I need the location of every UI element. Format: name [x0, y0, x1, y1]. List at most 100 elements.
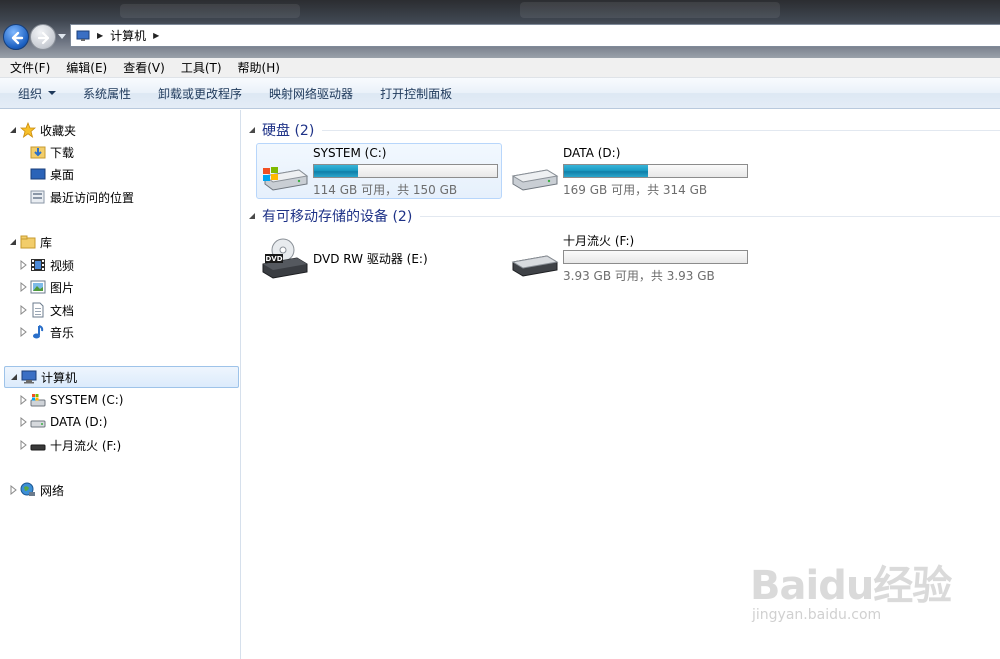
system-drive-icon: [30, 394, 46, 407]
breadcrumb-separator-icon[interactable]: ▶: [97, 31, 103, 40]
hard-drive-icon: [511, 169, 559, 191]
watermark-logo-text: Baidu经验: [750, 563, 952, 609]
group-divider: [420, 215, 1000, 217]
nav-item-drive-c[interactable]: SYSTEM (C:): [18, 389, 123, 411]
nav-item-videos[interactable]: 视频: [18, 254, 74, 276]
nav-libraries-label: 库: [40, 235, 53, 250]
uninstall-program-button[interactable]: 卸载或更改程序: [150, 85, 250, 102]
collapsed-triangle-icon[interactable]: [18, 417, 28, 427]
nav-item-music[interactable]: 音乐: [18, 321, 74, 343]
forward-button[interactable]: [30, 24, 56, 50]
content-pane: 硬盘 (2) SYSTEM (C:) 114 GB 可用，共 150 GB DA…: [242, 110, 1000, 659]
collapse-triangle-icon[interactable]: [248, 126, 256, 134]
drive-tile-c[interactable]: SYSTEM (C:) 114 GB 可用，共 150 GB: [256, 143, 502, 199]
open-control-panel-button[interactable]: 打开控制面板: [372, 85, 460, 102]
desktop-icon: [30, 168, 46, 180]
system-properties-button[interactable]: 系统属性: [75, 85, 139, 102]
drive-c-usage-bar: [313, 164, 498, 178]
drive-c-name: SYSTEM (C:): [313, 146, 387, 160]
nav-item-desktop[interactable]: 桌面: [30, 163, 74, 185]
collapsed-triangle-icon[interactable]: [8, 485, 18, 495]
navigation-pane: 收藏夹 下载 桌面 最近访问的位置 库 视频 图片 文档 音乐 计算机 SYST…: [0, 110, 241, 659]
group-divider: [322, 129, 1000, 131]
group-title-hard-drives: 硬盘 (2): [262, 123, 315, 139]
menu-help[interactable]: 帮助(H): [232, 59, 286, 76]
computer-icon: [21, 370, 37, 384]
drive-d-name: DATA (D:): [563, 146, 621, 160]
menu-tools[interactable]: 工具(T): [175, 59, 228, 76]
group-header-hard-drives[interactable]: 硬盘 (2): [248, 120, 1000, 140]
nav-item-documents-label: 文档: [50, 303, 75, 318]
baidu-watermark: Baidu经验 jingyan.baidu.com: [742, 545, 952, 635]
chevron-down-icon: [48, 91, 57, 95]
dvd-drive-icon: DVD: [262, 238, 308, 279]
command-bar: 组织 系统属性 卸载或更改程序 映射网络驱动器 打开控制面板: [0, 78, 1000, 109]
drive-f-name: 十月流火 (F:): [563, 234, 635, 248]
nav-item-desktop-label: 桌面: [50, 167, 75, 182]
menu-edit[interactable]: 编辑(E): [60, 59, 113, 76]
expanded-triangle-icon[interactable]: [9, 372, 19, 382]
back-button[interactable]: [3, 24, 29, 50]
collapsed-triangle-icon[interactable]: [18, 395, 28, 405]
collapsed-triangle-icon[interactable]: [18, 282, 28, 292]
expanded-triangle-icon[interactable]: [8, 125, 18, 135]
nav-network-label: 网络: [40, 483, 65, 498]
drive-e-name: DVD RW 驱动器 (E:): [313, 252, 428, 266]
nav-item-downloads-label: 下载: [50, 145, 75, 160]
drive-c-space-info: 114 GB 可用，共 150 GB: [313, 183, 458, 197]
nav-item-drive-d[interactable]: DATA (D:): [18, 411, 107, 433]
recent-pages-dropdown-icon[interactable]: [58, 32, 66, 40]
drive-tile-f[interactable]: 十月流火 (F:) 3.93 GB 可用，共 3.93 GB: [506, 229, 752, 285]
nav-item-pictures[interactable]: 图片: [18, 276, 74, 298]
drive-tile-d[interactable]: DATA (D:) 169 GB 可用，共 314 GB: [506, 143, 752, 199]
svg-text:DVD: DVD: [265, 255, 282, 263]
group-header-removable[interactable]: 有可移动存储的设备 (2): [248, 206, 1000, 226]
title-bar: ▶ 计算机 ▶: [0, 0, 1000, 58]
address-bar[interactable]: ▶ 计算机 ▶: [70, 24, 1000, 47]
collapsed-triangle-icon[interactable]: [18, 440, 28, 450]
nav-item-downloads[interactable]: 下载: [30, 141, 74, 163]
collapsed-triangle-icon[interactable]: [18, 305, 28, 315]
nav-libraries[interactable]: 库: [8, 231, 52, 253]
nav-item-videos-label: 视频: [50, 258, 75, 273]
network-globe-icon: [20, 482, 35, 496]
removable-drive-icon: [30, 444, 46, 451]
expanded-triangle-icon[interactable]: [8, 237, 18, 247]
group-title-removable: 有可移动存储的设备 (2): [262, 209, 413, 225]
system-drive-icon: [263, 167, 309, 191]
computer-icon: [76, 30, 90, 41]
drive-tile-e[interactable]: DVD DVD RW 驱动器 (E:): [256, 229, 502, 285]
map-network-drive-button[interactable]: 映射网络驱动器: [261, 85, 361, 102]
nav-network[interactable]: 网络: [8, 479, 64, 501]
documents-icon: [32, 302, 44, 318]
drive-d-usage-bar: [563, 164, 748, 178]
nav-item-drive-f[interactable]: 十月流火 (F:): [18, 434, 121, 456]
back-arrow-icon: [11, 31, 24, 45]
nav-computer-label: 计算机: [41, 370, 78, 385]
drive-c-usage-fill: [314, 165, 358, 177]
nav-item-drive-c-label: SYSTEM (C:): [50, 393, 124, 407]
nav-item-drive-d-label: DATA (D:): [50, 415, 108, 429]
nav-favorites[interactable]: 收藏夹: [8, 119, 76, 141]
collapsed-triangle-icon[interactable]: [18, 327, 28, 337]
menu-view[interactable]: 查看(V): [117, 59, 171, 76]
forward-arrow-icon: [37, 31, 50, 45]
star-icon: [20, 122, 36, 138]
breadcrumb-computer[interactable]: 计算机: [110, 27, 146, 44]
organize-button[interactable]: 组织: [10, 85, 64, 102]
recent-places-icon: [30, 190, 45, 204]
drive-f-usage-bar: [563, 250, 748, 264]
blurred-background: [520, 2, 780, 18]
nav-item-pictures-label: 图片: [50, 280, 75, 295]
nav-item-documents[interactable]: 文档: [18, 299, 74, 321]
pictures-icon: [30, 280, 46, 294]
menu-file[interactable]: 文件(F): [4, 59, 56, 76]
nav-item-recent-places[interactable]: 最近访问的位置: [30, 186, 134, 208]
collapse-triangle-icon[interactable]: [248, 212, 256, 220]
nav-computer[interactable]: 计算机: [4, 366, 239, 388]
library-folder-icon: [20, 235, 36, 249]
breadcrumb-separator-icon[interactable]: ▶: [153, 31, 159, 40]
music-note-icon: [33, 325, 44, 339]
collapsed-triangle-icon[interactable]: [18, 260, 28, 270]
video-icon: [31, 259, 45, 271]
